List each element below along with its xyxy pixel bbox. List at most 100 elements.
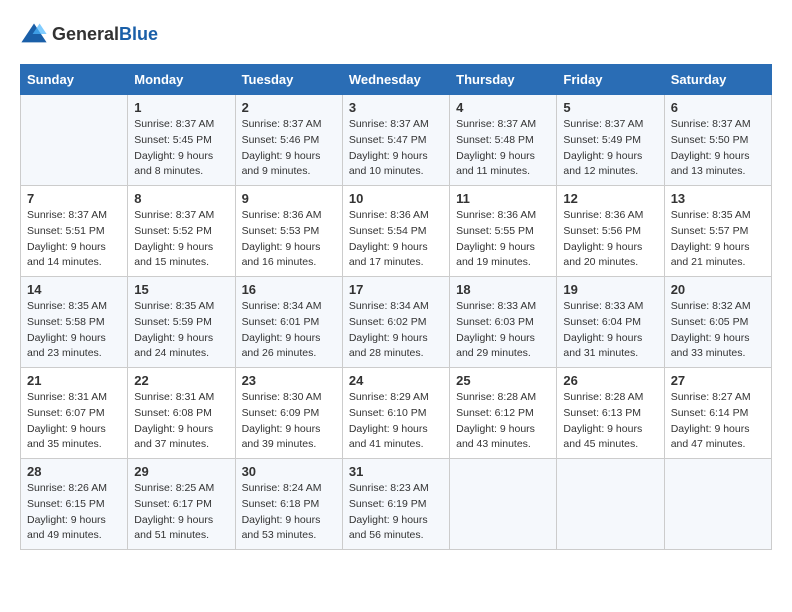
logo-blue: Blue	[119, 24, 158, 44]
day-info: Sunrise: 8:34 AMSunset: 6:01 PMDaylight:…	[242, 299, 336, 362]
day-info: Sunrise: 8:30 AMSunset: 6:09 PMDaylight:…	[242, 390, 336, 453]
day-cell: 27 Sunrise: 8:27 AMSunset: 6:14 PMDayligh…	[664, 368, 771, 459]
day-info: Sunrise: 8:32 AMSunset: 6:05 PMDaylight:…	[671, 299, 765, 362]
day-cell: 20Sunrise: 8:32 AMSunset: 6:05 PMDayligh…	[664, 277, 771, 368]
day-cell: 26 Sunrise: 8:28 AMSunset: 6:13 PMDayligh…	[557, 368, 664, 459]
day-info: Sunrise: 8:37 AMSunset: 5:47 PMDaylight:…	[349, 117, 443, 180]
day-cell: 5 Sunrise: 8:37 AMSunset: 5:49 PMDaylight…	[557, 95, 664, 186]
day-cell: 3Sunrise: 8:37 AMSunset: 5:47 PMDaylight…	[342, 95, 449, 186]
day-number: 14	[27, 282, 121, 297]
day-cell: 13 Sunrise: 8:35 AMSunset: 5:57 PMDayligh…	[664, 186, 771, 277]
day-number: 30	[242, 464, 336, 479]
header: GeneralBlue	[20, 20, 772, 48]
day-number: 15	[134, 282, 228, 297]
day-cell	[557, 459, 664, 550]
week-row-2: 7 Sunrise: 8:37 AMSunset: 5:51 PMDaylight…	[21, 186, 772, 277]
day-info: Sunrise: 8:27 AMSunset: 6:14 PMDaylight:…	[671, 390, 765, 453]
day-cell: 18 Sunrise: 8:33 AMSunset: 6:03 PMDayligh…	[450, 277, 557, 368]
day-number: 13	[671, 191, 765, 206]
weekday-header-thursday: Thursday	[450, 65, 557, 95]
day-info: Sunrise: 8:37 AMSunset: 5:50 PMDaylight:…	[671, 117, 765, 180]
day-cell: 21 Sunrise: 8:31 AMSunset: 6:07 PMDayligh…	[21, 368, 128, 459]
logo-general: General	[52, 24, 119, 44]
day-cell: 1Sunrise: 8:37 AMSunset: 5:45 PMDaylight…	[128, 95, 235, 186]
day-number: 26	[563, 373, 657, 388]
weekday-header-tuesday: Tuesday	[235, 65, 342, 95]
day-number: 29	[134, 464, 228, 479]
day-info: Sunrise: 8:37 AMSunset: 5:52 PMDaylight:…	[134, 208, 228, 271]
day-cell: 8Sunrise: 8:37 AMSunset: 5:52 PMDaylight…	[128, 186, 235, 277]
day-info: Sunrise: 8:33 AMSunset: 6:03 PMDaylight:…	[456, 299, 550, 362]
day-info: Sunrise: 8:24 AMSunset: 6:18 PMDaylight:…	[242, 481, 336, 544]
day-info: Sunrise: 8:23 AMSunset: 6:19 PMDaylight:…	[349, 481, 443, 544]
day-number: 6	[671, 100, 765, 115]
day-cell: 23 Sunrise: 8:30 AMSunset: 6:09 PMDayligh…	[235, 368, 342, 459]
day-cell: 4 Sunrise: 8:37 AMSunset: 5:48 PMDaylight…	[450, 95, 557, 186]
day-cell: 17 Sunrise: 8:34 AMSunset: 6:02 PMDayligh…	[342, 277, 449, 368]
weekday-header-monday: Monday	[128, 65, 235, 95]
weekday-header-row: SundayMondayTuesdayWednesdayThursdayFrid…	[21, 65, 772, 95]
day-number: 27	[671, 373, 765, 388]
day-info: Sunrise: 8:37 AMSunset: 5:48 PMDaylight:…	[456, 117, 550, 180]
day-info: Sunrise: 8:25 AMSunset: 6:17 PMDaylight:…	[134, 481, 228, 544]
day-number: 16	[242, 282, 336, 297]
day-cell: 30 Sunrise: 8:24 AMSunset: 6:18 PMDayligh…	[235, 459, 342, 550]
day-cell	[21, 95, 128, 186]
day-number: 5	[563, 100, 657, 115]
day-number: 1	[134, 100, 228, 115]
day-info: Sunrise: 8:37 AMSunset: 5:51 PMDaylight:…	[27, 208, 121, 271]
day-info: Sunrise: 8:36 AMSunset: 5:54 PMDaylight:…	[349, 208, 443, 271]
day-cell: 7 Sunrise: 8:37 AMSunset: 5:51 PMDaylight…	[21, 186, 128, 277]
day-cell: 29 Sunrise: 8:25 AMSunset: 6:17 PMDayligh…	[128, 459, 235, 550]
day-number: 24	[349, 373, 443, 388]
day-info: Sunrise: 8:29 AMSunset: 6:10 PMDaylight:…	[349, 390, 443, 453]
day-cell: 31 Sunrise: 8:23 AMSunset: 6:19 PMDayligh…	[342, 459, 449, 550]
day-number: 18	[456, 282, 550, 297]
day-info: Sunrise: 8:36 AMSunset: 5:53 PMDaylight:…	[242, 208, 336, 271]
day-info: Sunrise: 8:35 AMSunset: 5:59 PMDaylight:…	[134, 299, 228, 362]
logo: GeneralBlue	[20, 20, 158, 48]
day-number: 25	[456, 373, 550, 388]
day-cell: 28Sunrise: 8:26 AMSunset: 6:15 PMDayligh…	[21, 459, 128, 550]
day-number: 9	[242, 191, 336, 206]
day-cell: 12Sunrise: 8:36 AMSunset: 5:56 PMDayligh…	[557, 186, 664, 277]
logo-icon	[20, 20, 48, 48]
day-info: Sunrise: 8:34 AMSunset: 6:02 PMDaylight:…	[349, 299, 443, 362]
weekday-header-wednesday: Wednesday	[342, 65, 449, 95]
day-info: Sunrise: 8:37 AMSunset: 5:49 PMDaylight:…	[563, 117, 657, 180]
day-number: 23	[242, 373, 336, 388]
day-cell: 19 Sunrise: 8:33 AMSunset: 6:04 PMDayligh…	[557, 277, 664, 368]
day-info: Sunrise: 8:31 AMSunset: 6:08 PMDaylight:…	[134, 390, 228, 453]
day-info: Sunrise: 8:26 AMSunset: 6:15 PMDaylight:…	[27, 481, 121, 544]
day-cell: 14 Sunrise: 8:35 AMSunset: 5:58 PMDayligh…	[21, 277, 128, 368]
day-cell: 15 Sunrise: 8:35 AMSunset: 5:59 PMDayligh…	[128, 277, 235, 368]
day-cell: 22Sunrise: 8:31 AMSunset: 6:08 PMDayligh…	[128, 368, 235, 459]
day-cell	[664, 459, 771, 550]
week-row-5: 28Sunrise: 8:26 AMSunset: 6:15 PMDayligh…	[21, 459, 772, 550]
calendar-table: SundayMondayTuesdayWednesdayThursdayFrid…	[20, 64, 772, 550]
day-info: Sunrise: 8:33 AMSunset: 6:04 PMDaylight:…	[563, 299, 657, 362]
day-number: 7	[27, 191, 121, 206]
day-cell	[450, 459, 557, 550]
day-cell: 11Sunrise: 8:36 AMSunset: 5:55 PMDayligh…	[450, 186, 557, 277]
week-row-1: 1Sunrise: 8:37 AMSunset: 5:45 PMDaylight…	[21, 95, 772, 186]
day-info: Sunrise: 8:28 AMSunset: 6:13 PMDaylight:…	[563, 390, 657, 453]
weekday-header-friday: Friday	[557, 65, 664, 95]
day-info: Sunrise: 8:35 AMSunset: 5:57 PMDaylight:…	[671, 208, 765, 271]
day-info: Sunrise: 8:31 AMSunset: 6:07 PMDaylight:…	[27, 390, 121, 453]
day-number: 4	[456, 100, 550, 115]
weekday-header-saturday: Saturday	[664, 65, 771, 95]
day-number: 17	[349, 282, 443, 297]
day-cell: 6 Sunrise: 8:37 AMSunset: 5:50 PMDaylight…	[664, 95, 771, 186]
day-number: 12	[563, 191, 657, 206]
weekday-header-sunday: Sunday	[21, 65, 128, 95]
day-number: 2	[242, 100, 336, 115]
day-number: 31	[349, 464, 443, 479]
day-info: Sunrise: 8:35 AMSunset: 5:58 PMDaylight:…	[27, 299, 121, 362]
day-number: 19	[563, 282, 657, 297]
day-cell: 10Sunrise: 8:36 AMSunset: 5:54 PMDayligh…	[342, 186, 449, 277]
day-number: 21	[27, 373, 121, 388]
day-cell: 9 Sunrise: 8:36 AMSunset: 5:53 PMDaylight…	[235, 186, 342, 277]
day-cell: 16 Sunrise: 8:34 AMSunset: 6:01 PMDayligh…	[235, 277, 342, 368]
day-cell: 2Sunrise: 8:37 AMSunset: 5:46 PMDaylight…	[235, 95, 342, 186]
